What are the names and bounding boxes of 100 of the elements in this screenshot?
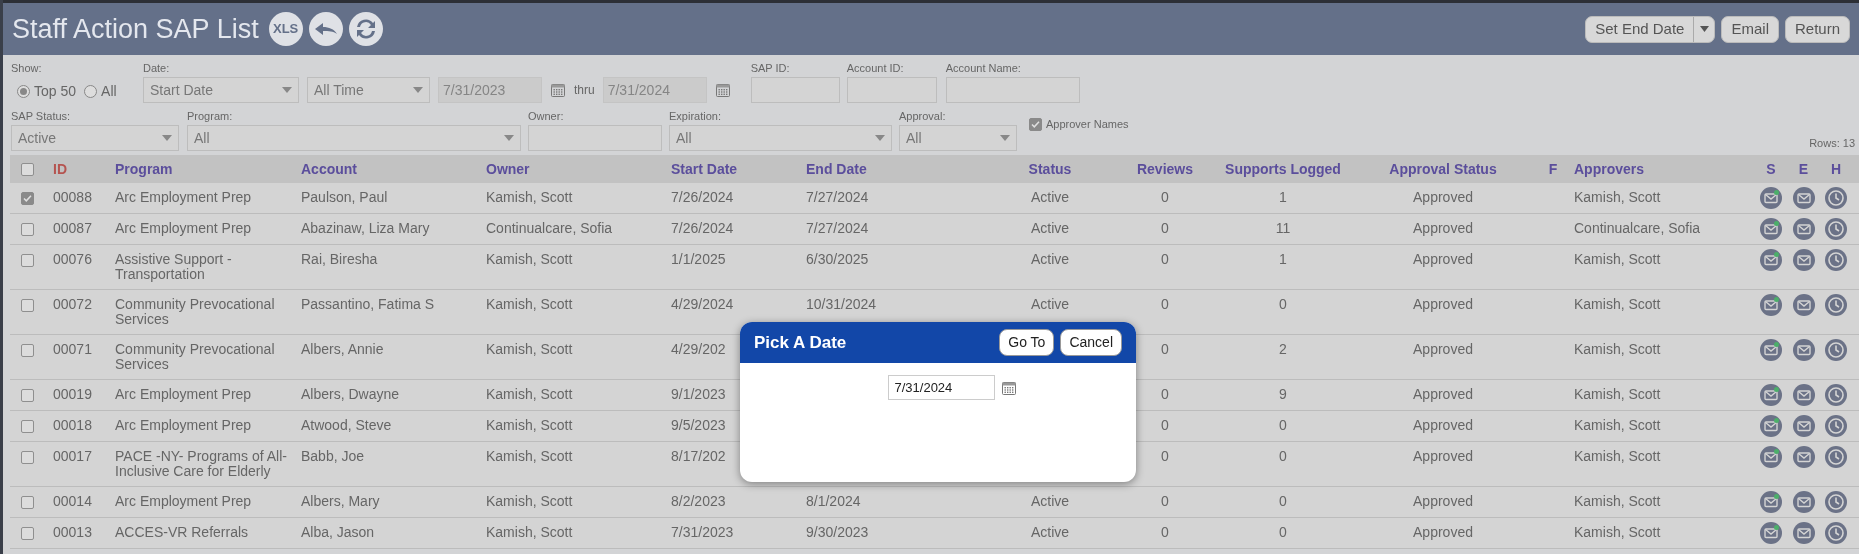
envelope-dot-icon[interactable] <box>1760 294 1782 316</box>
column-header[interactable]: End Date <box>803 158 990 180</box>
envelope-icon[interactable] <box>1792 187 1815 209</box>
cancel-button[interactable]: Cancel <box>1060 329 1122 356</box>
approval-select[interactable]: All <box>899 125 1017 151</box>
checkbox[interactable] <box>21 527 34 540</box>
email-button[interactable]: Email <box>1721 15 1779 43</box>
column-header[interactable]: Supports Logged <box>1220 158 1346 180</box>
envelope-icon[interactable] <box>1792 384 1815 406</box>
checkbox[interactable] <box>21 420 34 433</box>
calendar-icon[interactable] <box>714 82 731 98</box>
clock-icon[interactable] <box>1825 339 1847 361</box>
field-label: Show: <box>11 61 43 75</box>
checkbox[interactable] <box>21 162 34 176</box>
envelope-dot-icon[interactable] <box>1760 384 1782 406</box>
envelope-dot-icon[interactable] <box>1760 187 1782 209</box>
column-header[interactable]: Status <box>990 158 1110 180</box>
clock-icon[interactable] <box>1825 249 1847 271</box>
sap-id-field[interactable] <box>750 77 840 103</box>
checkbox[interactable] <box>21 299 34 312</box>
table-cell-text: 9 <box>1278 387 1288 402</box>
checkbox[interactable] <box>1029 117 1042 131</box>
table-cell-text: 6/30/2025 <box>805 252 870 267</box>
undo-icon[interactable] <box>308 12 343 46</box>
table-cell-text: Kamish, Scott <box>485 387 574 402</box>
column-header[interactable]: Owner <box>483 158 668 180</box>
return-button[interactable]: Return <box>1784 15 1850 43</box>
table-cell-text: PACE -NY- Programs of All-Inclusive Care for Elderly <box>114 449 288 479</box>
clock-icon[interactable] <box>1825 491 1847 513</box>
checkbox[interactable] <box>21 344 34 357</box>
sap-status-select[interactable]: Active <box>11 125 179 151</box>
date-range-select[interactable]: All Time <box>307 77 430 103</box>
envelope-dot-icon[interactable] <box>1760 218 1782 240</box>
column-header[interactable]: S <box>1755 158 1787 180</box>
envelope-dot-icon[interactable] <box>1760 491 1782 513</box>
envelope-icon[interactable] <box>1792 491 1815 513</box>
clock-icon[interactable] <box>1825 187 1847 209</box>
column-header[interactable]: Start Date <box>668 158 803 180</box>
table-cell-text: 0 <box>1160 252 1170 267</box>
checkbox[interactable] <box>21 451 34 464</box>
table-cell-text: Arc Employment Prep <box>114 494 253 509</box>
envelope-icon[interactable] <box>1792 218 1815 240</box>
calendar-icon[interactable] <box>1000 379 1017 396</box>
table-cell-text: Albers, Annie <box>300 342 385 357</box>
field-label: Date: <box>143 61 171 75</box>
column-header[interactable]: Program <box>112 158 298 180</box>
envelope-icon[interactable] <box>1792 446 1815 468</box>
account-id-field[interactable] <box>846 77 937 103</box>
envelope-icon[interactable] <box>1792 415 1815 437</box>
envelope-dot-icon[interactable] <box>1760 249 1782 271</box>
clock-icon[interactable] <box>1825 446 1847 468</box>
checkbox[interactable] <box>21 192 34 205</box>
checkbox[interactable] <box>21 389 34 402</box>
column-header[interactable]: Reviews <box>1110 158 1220 180</box>
table-cell-text: 7/26/2024 <box>670 190 735 205</box>
account-name-field[interactable] <box>945 77 1080 103</box>
envelope-icon[interactable] <box>1792 294 1815 316</box>
column-header[interactable]: Account <box>298 158 483 180</box>
column-header[interactable]: ID <box>45 158 112 180</box>
calendar-icon[interactable] <box>550 82 566 98</box>
table-cell-text: Kamish, Scott <box>1573 387 1662 402</box>
clock-icon[interactable] <box>1825 415 1847 437</box>
radio-button[interactable] <box>17 85 30 98</box>
envelope-dot-icon[interactable] <box>1760 339 1782 361</box>
field-label: SAP Status: <box>11 109 72 123</box>
radio-label: Top 50 <box>34 82 77 101</box>
envelope-dot-icon[interactable] <box>1760 415 1782 437</box>
envelope-icon[interactable] <box>1792 339 1815 361</box>
clock-icon[interactable] <box>1825 384 1847 406</box>
column-header[interactable]: E <box>1787 158 1820 180</box>
page-title: Staff Action SAP List <box>12 12 259 46</box>
envelope-dot-icon[interactable] <box>1760 446 1782 468</box>
envelope-icon[interactable] <box>1792 249 1815 271</box>
go-to-button[interactable]: Go To <box>999 329 1055 356</box>
expiration-select[interactable]: All <box>669 125 892 151</box>
owner-field[interactable] <box>528 125 662 151</box>
envelope-icon[interactable] <box>1792 522 1815 544</box>
column-header[interactable]: H <box>1820 158 1852 180</box>
date-type-select[interactable]: Start Date <box>143 77 299 103</box>
caret-icon <box>413 87 423 93</box>
checkbox[interactable] <box>21 223 34 236</box>
clock-icon[interactable] <box>1825 522 1847 544</box>
table-cell-text: Approved <box>1412 525 1474 540</box>
xls-button[interactable]: XLS <box>268 12 303 46</box>
table-cell-text: Kamish, Scott <box>1573 297 1662 312</box>
checkbox[interactable] <box>21 254 34 267</box>
envelope-dot-icon[interactable] <box>1760 522 1782 544</box>
column-header[interactable]: Approvers <box>1566 158 1755 180</box>
checkbox[interactable] <box>21 496 34 509</box>
date-field[interactable]: 7/31/2024 <box>887 375 995 400</box>
column-header[interactable]: Approval Status <box>1346 158 1540 180</box>
clock-icon[interactable] <box>1825 218 1847 240</box>
refresh-icon[interactable] <box>348 12 383 46</box>
field-label: Program: <box>187 109 234 123</box>
clock-icon[interactable] <box>1825 294 1847 316</box>
table-cell-text: Kamish, Scott <box>1573 190 1662 205</box>
column-header[interactable]: F <box>1540 158 1566 180</box>
radio-button[interactable] <box>84 85 98 98</box>
table-cell-text: Active <box>1029 297 1071 312</box>
program-select[interactable]: All <box>187 125 521 151</box>
